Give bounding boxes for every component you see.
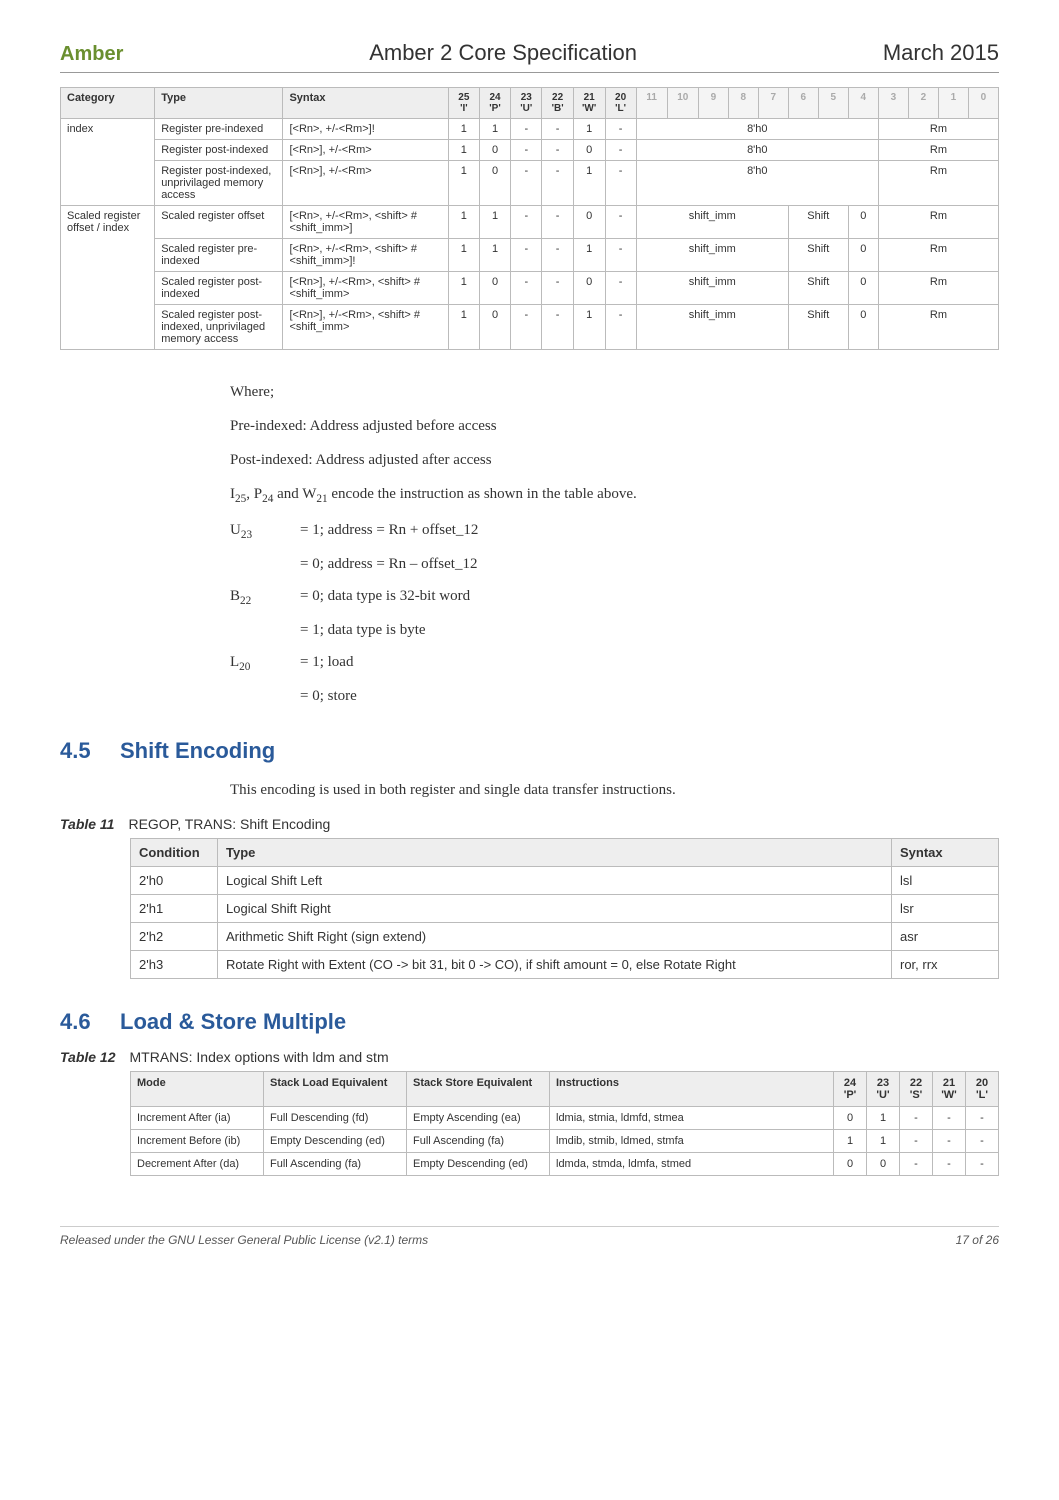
col-b5: 5 [818, 88, 848, 119]
t12-col-b24: 24 'P' [834, 1072, 867, 1107]
table-row: 2'h3Rotate Right with Extent (CO -> bit … [131, 951, 999, 979]
col-b0: 0 [968, 88, 998, 119]
l20-val1: = 1; load [300, 650, 353, 676]
table-row: Register post-indexed, unprivilaged memo… [61, 161, 999, 206]
col-b20: 20 'L' [605, 88, 636, 119]
table12: Mode Stack Load Equivalent Stack Store E… [130, 1071, 999, 1176]
encode-desc: I25, P24 and W21 encode the instruction … [230, 482, 999, 508]
col-b25: 25 'I' [448, 88, 479, 119]
u23-val0: = 0; address = Rn – offset_12 [300, 552, 477, 576]
doc-date: March 2015 [883, 40, 999, 66]
t12-col-b23: 23 'U' [867, 1072, 900, 1107]
b22-label: B22 [230, 584, 300, 610]
table-row: indexRegister pre-indexed[<Rn>, +/-<Rm>]… [61, 119, 999, 140]
page-footer: Released under the GNU Lesser General Pu… [60, 1226, 999, 1247]
col-b7: 7 [758, 88, 788, 119]
l20-val0: = 0; store [300, 684, 357, 708]
t12-col-mode: Mode [131, 1072, 264, 1107]
t11-col-cond: Condition [131, 839, 218, 867]
footer-left: Released under the GNU Lesser General Pu… [60, 1233, 428, 1247]
doc-title: Amber 2 Core Specification [369, 40, 637, 66]
t12-col-b20: 20 'L' [966, 1072, 999, 1107]
col-b1: 1 [938, 88, 968, 119]
table-row: Scaled register offset / indexScaled reg… [61, 206, 999, 239]
col-b11: 11 [636, 88, 667, 119]
post-indexed-desc: Post-indexed: Address adjusted after acc… [230, 448, 999, 472]
where-label: Where; [230, 380, 999, 404]
table12-caption: Table 12MTRANS: Index options with ldm a… [60, 1049, 999, 1065]
col-type: Type [155, 88, 283, 119]
t11-col-syntax: Syntax [892, 839, 999, 867]
t12-col-load: Stack Load Equivalent [264, 1072, 407, 1107]
l20-label: L20 [230, 650, 300, 676]
col-b24: 24 'P' [479, 88, 510, 119]
table11: Condition Type Syntax 2'h0Logical Shift … [130, 838, 999, 979]
table-row: 2'h2Arithmetic Shift Right (sign extend)… [131, 923, 999, 951]
t12-col-b21: 21 'W' [933, 1072, 966, 1107]
table-row: 2'h1Logical Shift Rightlsr [131, 895, 999, 923]
body-text: Where; Pre-indexed: Address adjusted bef… [230, 380, 999, 708]
col-b2: 2 [908, 88, 938, 119]
section-46-heading: 4.6Load & Store Multiple [60, 1009, 999, 1035]
category-cell: index [61, 119, 155, 206]
col-b21: 21 'W' [573, 88, 605, 119]
encoding-table: Category Type Syntax 25 'I' 24 'P' 23 'U… [60, 87, 999, 350]
col-b6: 6 [788, 88, 818, 119]
col-b10: 10 [667, 88, 698, 119]
table11-caption: Table 11REGOP, TRANS: Shift Encoding [60, 816, 999, 832]
section-45-heading: 4.5Shift Encoding [60, 738, 999, 764]
col-category: Category [61, 88, 155, 119]
col-b8: 8 [728, 88, 758, 119]
u23-label: U23 [230, 518, 300, 544]
page-header: Amber Amber 2 Core Specification March 2… [60, 40, 999, 73]
table-row: Increment After (ia)Full Descending (fd)… [131, 1107, 999, 1130]
pre-indexed-desc: Pre-indexed: Address adjusted before acc… [230, 414, 999, 438]
col-syntax: Syntax [283, 88, 448, 119]
brand: Amber [60, 43, 123, 66]
u23-val1: = 1; address = Rn + offset_12 [300, 518, 478, 544]
table-row: Scaled register pre-indexed[<Rn>, +/-<Rm… [61, 239, 999, 272]
t12-col-b22: 22 'S' [900, 1072, 933, 1107]
table-row: Increment Before (ib)Empty Descending (e… [131, 1130, 999, 1153]
col-b22: 22 'B' [542, 88, 573, 119]
footer-right: 17 of 26 [956, 1233, 999, 1247]
category-cell: Scaled register offset / index [61, 206, 155, 350]
col-b23: 23 'U' [511, 88, 542, 119]
b22-val1: = 1; data type is byte [300, 618, 426, 642]
t11-col-type: Type [218, 839, 892, 867]
b22-val0: = 0; data type is 32-bit word [300, 584, 470, 610]
table-row: Decrement After (da)Full Ascending (fa)E… [131, 1153, 999, 1176]
table-row: 2'h0Logical Shift Leftlsl [131, 867, 999, 895]
table-row: Register post-indexed[<Rn>], +/-<Rm>10--… [61, 140, 999, 161]
table-row: Scaled register post-indexed[<Rn>], +/-<… [61, 272, 999, 305]
section-45-intro: This encoding is used in both register a… [230, 778, 999, 802]
table-row: Scaled register post-indexed, unprivilag… [61, 305, 999, 350]
col-b9: 9 [698, 88, 728, 119]
t12-col-instr: Instructions [550, 1072, 834, 1107]
col-b4: 4 [848, 88, 878, 119]
t12-col-store: Stack Store Equivalent [407, 1072, 550, 1107]
col-b3: 3 [878, 88, 908, 119]
